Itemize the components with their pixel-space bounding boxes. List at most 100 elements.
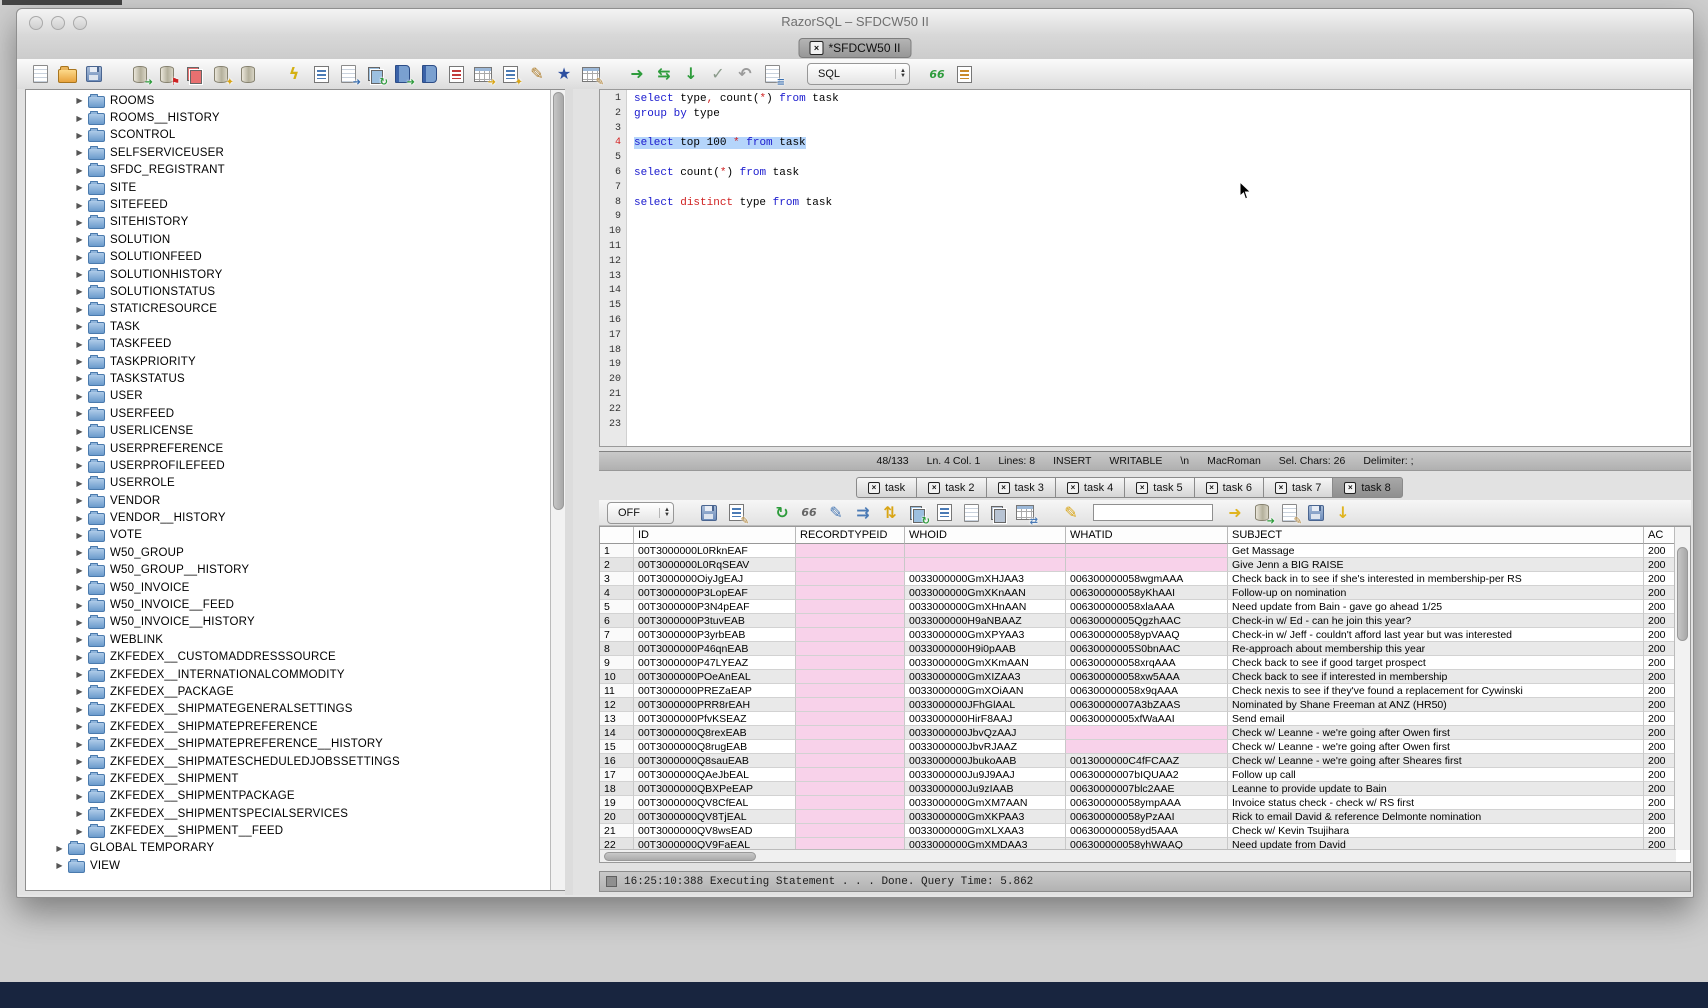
tree-scrollbar[interactable] (550, 90, 566, 890)
table-cell[interactable]: 10 (600, 670, 634, 684)
table-cell[interactable]: 19 (600, 796, 634, 810)
table-cell[interactable]: 200 (1644, 810, 1676, 824)
options-list-icon[interactable] (310, 63, 332, 85)
execute-statement-icon[interactable]: ➜ (626, 63, 648, 85)
tree-item-zkfedex-shipmatescheduledjobssettings[interactable]: ▶ZKFEDEX__SHIPMATESCHEDULEDJOBSSETTINGS (26, 753, 551, 770)
disclosure-triangle-icon[interactable]: ▶ (74, 461, 85, 470)
column-header-whatid[interactable]: WHATID (1066, 527, 1228, 544)
table-cell[interactable]: Leanne to provide update to Bain (1228, 782, 1644, 796)
table-cell[interactable] (796, 572, 905, 586)
table-row[interactable]: 1700T3000000QAeJbEAL0033000000Ju9J9AAJ00… (600, 768, 1676, 782)
table-cell[interactable]: 1 (600, 544, 634, 558)
disclosure-triangle-icon[interactable]: ▶ (74, 218, 85, 227)
table-cell[interactable]: 0033000000Ju9zIAAB (905, 782, 1066, 796)
table-cell[interactable]: 00630000005S0bnAAC (1066, 642, 1228, 656)
disclosure-triangle-icon[interactable]: ▶ (74, 235, 85, 244)
table-cell[interactable]: Invoice status check - check w/ RS first (1228, 796, 1644, 810)
table-cell[interactable]: 00T3000000L0RqSEAV (634, 558, 796, 572)
save-icon[interactable] (83, 63, 105, 85)
table-cell[interactable]: 006300000058xw5AAA (1066, 670, 1228, 684)
table-cell[interactable]: 00630000007A3bZAAS (1066, 698, 1228, 712)
table-cell[interactable]: 006300000058yd5AAA (1066, 824, 1228, 838)
tree-item-view[interactable]: ▶VIEW (26, 857, 551, 874)
disclosure-triangle-icon[interactable]: ▶ (74, 427, 85, 436)
disclosure-triangle-icon[interactable]: ▶ (74, 305, 85, 314)
disclosure-triangle-icon[interactable]: ▶ (74, 809, 85, 818)
table-row[interactable]: 1600T3000000Q8sauEAB0033000000JbukoAAB00… (600, 754, 1676, 768)
window-titlebar[interactable]: RazorSQL – SFDCW50 II (17, 9, 1693, 36)
table-cell[interactable]: 200 (1644, 670, 1676, 684)
table-cell[interactable]: 8 (600, 642, 634, 656)
disclosure-triangle-icon[interactable]: ▶ (74, 148, 85, 157)
table-cell[interactable]: 7 (600, 628, 634, 642)
table-cell[interactable] (796, 754, 905, 768)
table-cell[interactable]: 13 (600, 712, 634, 726)
tree-item-sitefeed[interactable]: ▶SITEFEED (26, 196, 551, 213)
results-search-input[interactable] (1093, 504, 1213, 521)
close-result-tab-icon[interactable]: × (1344, 482, 1356, 494)
import-table-icon[interactable]: ➜ (129, 63, 151, 85)
table-cell[interactable]: 200 (1644, 614, 1676, 628)
table-row[interactable]: 2000T3000000QV8TjEAL0033000000GmXKPAA300… (600, 810, 1676, 824)
table-cell[interactable] (905, 558, 1066, 572)
table-cell[interactable]: 15 (600, 740, 634, 754)
table-cell[interactable]: 200 (1644, 754, 1676, 768)
tree-item-zkfedex-shipmentspecialservices[interactable]: ▶ZKFEDEX__SHIPMENTSPECIALSERVICES (26, 805, 551, 822)
describe-view-icon[interactable]: 66 (926, 63, 948, 85)
table-cell[interactable] (1066, 726, 1228, 740)
table-cell[interactable]: 9 (600, 656, 634, 670)
insert-db-icon[interactable]: ➜ (1251, 502, 1273, 524)
disclosure-triangle-icon[interactable]: ▶ (74, 374, 85, 383)
table-cell[interactable]: 00T3000000PfvKSEAZ (634, 712, 796, 726)
tree-item-w50-invoice[interactable]: ▶W50_INVOICE (26, 579, 551, 596)
table-cell[interactable]: 0033000000GmXKPAA3 (905, 810, 1066, 824)
result-tab-task-8[interactable]: ×task 8 (1332, 477, 1402, 498)
disclosure-triangle-icon[interactable]: ▶ (74, 653, 85, 662)
table-cell[interactable]: 200 (1644, 684, 1676, 698)
table-cell[interactable] (796, 558, 905, 572)
tree-item-userprofilefeed[interactable]: ▶USERPROFILEFEED (26, 457, 551, 474)
tree-item-rooms-history[interactable]: ▶ROOMS__HISTORY (26, 109, 551, 126)
table-cell[interactable]: 006300000058yKhAAI (1066, 586, 1228, 600)
table-cell[interactable]: Check back to see if good target prospec… (1228, 656, 1644, 670)
tree-item-zkfedex-shipment-feed[interactable]: ▶ZKFEDEX__SHIPMENT__FEED (26, 822, 551, 839)
tree-item-solutionstatus[interactable]: ▶SOLUTIONSTATUS (26, 283, 551, 300)
disclosure-triangle-icon[interactable]: ▶ (74, 392, 85, 401)
disclosure-triangle-icon[interactable]: ▶ (74, 270, 85, 279)
table-cell[interactable]: Check w/ Leanne - we're going after Owen… (1228, 726, 1644, 740)
column-header-id[interactable]: ID (634, 527, 796, 544)
export-table-icon[interactable]: ⚑ (156, 63, 178, 85)
tree-item-userlicense[interactable]: ▶USERLICENSE (26, 422, 551, 439)
table-cell[interactable]: 200 (1644, 558, 1676, 572)
table-cell[interactable]: 200 (1644, 712, 1676, 726)
table-cell[interactable]: 200 (1644, 796, 1676, 810)
tree-item-scontrol[interactable]: ▶SCONTROL (26, 127, 551, 144)
table-cell[interactable]: 00T3000000QAeJbEAL (634, 768, 796, 782)
rollback-icon[interactable]: ↶ (734, 63, 756, 85)
table-cell[interactable]: 00630000007bIQUAA2 (1066, 768, 1228, 782)
disclosure-triangle-icon[interactable]: ▶ (74, 114, 85, 123)
disclosure-triangle-icon[interactable]: ▶ (54, 861, 65, 870)
tree-item-global-temporary[interactable]: ▶GLOBAL TEMPORARY (26, 840, 551, 857)
table-cell[interactable]: 006300000058xrqAAA (1066, 656, 1228, 670)
table-cell[interactable]: 00630000007blc2AAE (1066, 782, 1228, 796)
table-row[interactable]: 800T3000000P46qnEAB0033000000H9i0pAAB006… (600, 642, 1676, 656)
table-cell[interactable]: Send email (1228, 712, 1644, 726)
table-cell[interactable] (796, 698, 905, 712)
table-row[interactable]: 400T3000000P3LopEAF0033000000GmXKnAAN006… (600, 586, 1676, 600)
disclosure-triangle-icon[interactable]: ▶ (74, 670, 85, 679)
table-cell[interactable]: 0033000000GmXHJAA3 (905, 572, 1066, 586)
refresh-query-icon[interactable]: ↻ (906, 502, 928, 524)
table-cell[interactable]: 0033000000GmXPYAA3 (905, 628, 1066, 642)
table-cell[interactable] (796, 642, 905, 656)
table-cell[interactable]: 200 (1644, 740, 1676, 754)
create-table-icon[interactable]: ✦ (210, 63, 232, 85)
edit-table-data-icon[interactable]: ✎ (580, 63, 602, 85)
generate-sql-icon[interactable]: ✎ (1278, 502, 1300, 524)
column-header-whoid[interactable]: WHOID (905, 527, 1066, 544)
table-cell[interactable]: 0033000000GmXM7AAN (905, 796, 1066, 810)
table-row[interactable]: 100T3000000L0RknEAFGet Massage200 (600, 544, 1676, 558)
table-cell[interactable] (796, 544, 905, 558)
table-cell[interactable]: 200 (1644, 726, 1676, 740)
table-row[interactable]: 300T3000000OiyJgEAJ0033000000GmXHJAA3006… (600, 572, 1676, 586)
